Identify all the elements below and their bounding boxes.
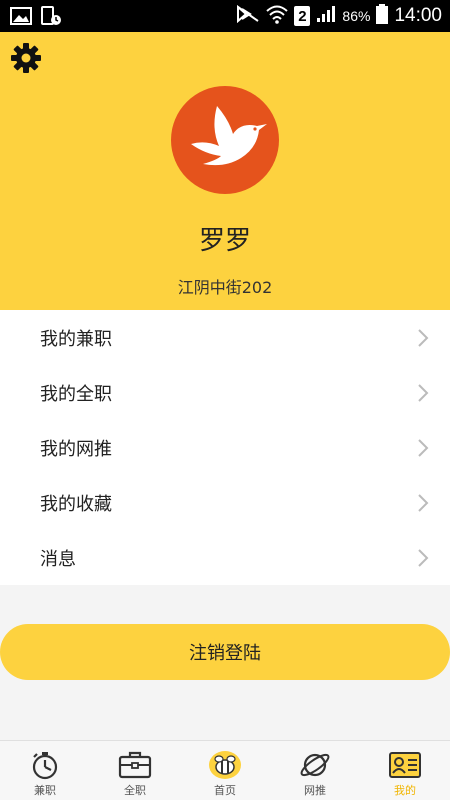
profile-header: 罗罗 江阴中街202: [0, 32, 450, 310]
chevron-right-icon: [416, 382, 430, 404]
menu-item-my-online-promotion[interactable]: 我的网推: [0, 420, 450, 475]
menu-item-label: 我的全职: [40, 383, 112, 405]
menu-item-my-full-time[interactable]: 我的全职: [0, 365, 450, 420]
battery-percent: 86%: [342, 8, 371, 24]
tab-full-time[interactable]: 全职: [90, 741, 180, 800]
phone-sync-icon: [40, 6, 62, 30]
menu-item-messages[interactable]: 消息: [0, 530, 450, 585]
settings-button[interactable]: [10, 42, 42, 74]
chevron-right-icon: [416, 327, 430, 349]
chevron-right-icon: [416, 492, 430, 514]
chevron-right-icon: [416, 547, 430, 569]
tab-online-promotion[interactable]: 网推: [270, 741, 360, 800]
sim-badge: 2: [294, 6, 311, 26]
avatar[interactable]: [171, 86, 279, 194]
battery-icon: [376, 4, 389, 28]
bee-icon: [208, 741, 242, 785]
planet-icon: [298, 741, 332, 785]
menu-item-my-favorites[interactable]: 我的收藏: [0, 475, 450, 530]
user-address: 江阴中街202: [177, 278, 273, 297]
logout-button[interactable]: 注销登陆: [0, 624, 450, 680]
stopwatch-icon: [29, 741, 61, 785]
tab-label: 网推: [304, 784, 326, 797]
bird-logo-icon: [171, 106, 279, 194]
chevron-right-icon: [416, 437, 430, 459]
tab-mine[interactable]: 我的: [360, 741, 450, 800]
profile-menu: 我的兼职 我的全职 我的网推 我的收藏 消息: [0, 310, 450, 585]
tab-label: 首页: [214, 784, 236, 797]
tab-label: 兼职: [34, 784, 56, 797]
tab-label: 我的: [394, 784, 416, 797]
status-bar: 2 86% 14:00: [0, 0, 450, 32]
tab-part-time[interactable]: 兼职: [0, 741, 90, 800]
menu-item-label: 我的收藏: [40, 493, 112, 515]
tab-home[interactable]: 首页: [180, 741, 270, 800]
image-notification-icon: [10, 6, 32, 30]
menu-item-my-part-time[interactable]: 我的兼职: [0, 310, 450, 365]
menu-item-label: 我的兼职: [40, 328, 112, 350]
gear-icon: [10, 43, 42, 78]
menu-item-label: 我的网推: [40, 438, 112, 460]
user-name: 罗罗: [198, 226, 251, 256]
bottom-nav: 兼职 全职 首页 网推 我的: [0, 740, 450, 800]
mute-icon: [236, 4, 260, 27]
tab-label: 全职: [124, 784, 146, 797]
profile-card-icon: [388, 741, 422, 785]
signal-icon: [316, 5, 336, 27]
briefcase-icon: [118, 741, 152, 785]
menu-item-label: 消息: [40, 548, 76, 570]
wifi-icon: [266, 4, 289, 28]
clock: 14:00: [394, 5, 442, 26]
